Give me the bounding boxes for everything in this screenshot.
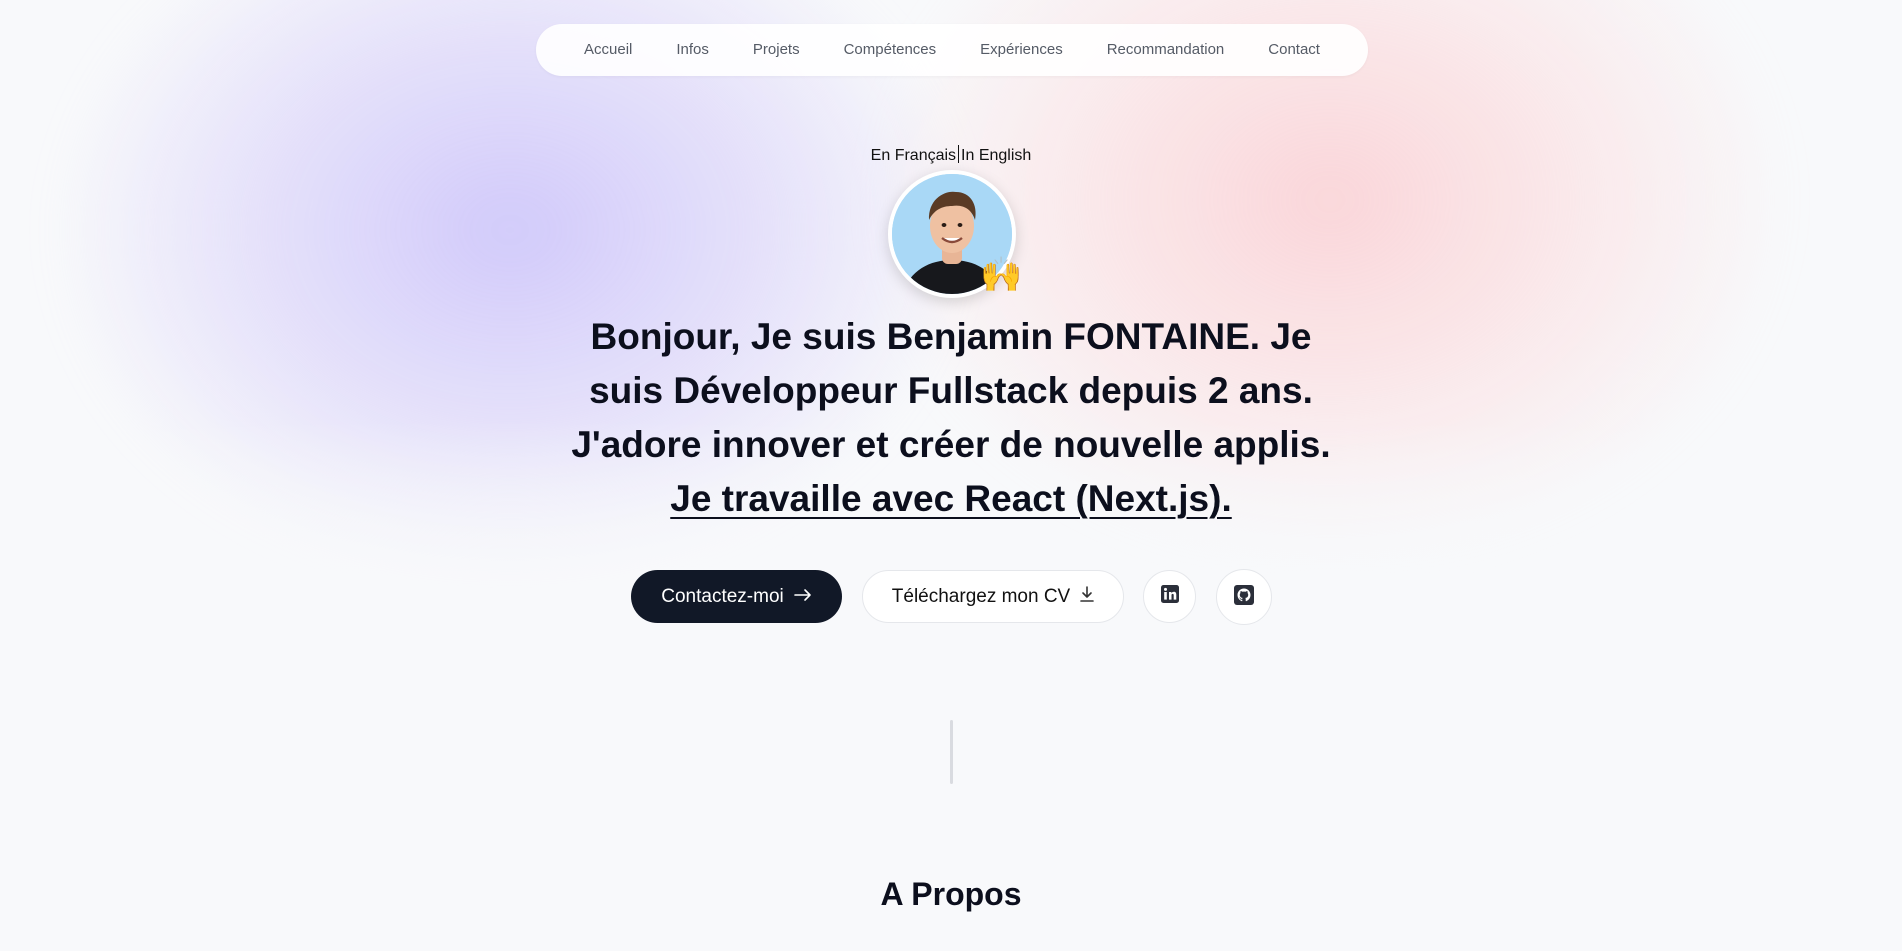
github-button[interactable] <box>1216 569 1272 625</box>
headline-passion: J'adore innover et créer de nouvelle app… <box>571 424 1331 465</box>
nav-item-recommandation[interactable]: Recommandation <box>1085 24 1247 76</box>
download-cv-label: Téléchargez mon CV <box>891 585 1071 607</box>
language-english[interactable]: In English <box>961 147 1031 164</box>
language-separator <box>958 145 960 163</box>
headline-stack: Je travaille avec React (Next.js). <box>670 478 1232 519</box>
nav-item-projets[interactable]: Projets <box>731 24 822 76</box>
scroll-indicator <box>950 720 953 784</box>
about-section-title: A Propos <box>880 876 1022 912</box>
top-navigation: Accueil Infos Projets Compétences Expéri… <box>536 24 1368 76</box>
nav-item-accueil[interactable]: Accueil <box>562 24 654 76</box>
page: Accueil Infos Projets Compétences Expéri… <box>0 0 1902 951</box>
language-switcher: En Français In English <box>0 145 1902 165</box>
linkedin-button[interactable] <box>1143 570 1196 623</box>
hero-headline: Bonjour, Je suis Benjamin FONTAINE. Je s… <box>560 310 1342 526</box>
headline-intro: Je suis Benjamin FONTAINE. <box>740 316 1271 357</box>
github-icon <box>1234 584 1254 610</box>
download-cv-button[interactable]: Téléchargez mon CV <box>862 570 1124 623</box>
arrow-right-icon <box>793 586 812 607</box>
linkedin-icon <box>1160 585 1179 608</box>
language-french[interactable]: En Français <box>871 147 956 164</box>
contact-me-label: Contactez-moi <box>661 585 784 607</box>
raising-hands-emoji-icon: 🙌 <box>980 256 1023 294</box>
headline-greeting: Bonjour, <box>590 316 741 357</box>
nav-item-competences[interactable]: Compétences <box>822 24 959 76</box>
nav-item-contact[interactable]: Contact <box>1246 24 1342 76</box>
nav-item-experiences[interactable]: Expériences <box>958 24 1085 76</box>
nav-item-infos[interactable]: Infos <box>654 24 731 76</box>
avatar-container: 🙌 <box>888 170 1022 298</box>
download-icon <box>1080 586 1095 607</box>
contact-me-button[interactable]: Contactez-moi <box>631 570 842 623</box>
